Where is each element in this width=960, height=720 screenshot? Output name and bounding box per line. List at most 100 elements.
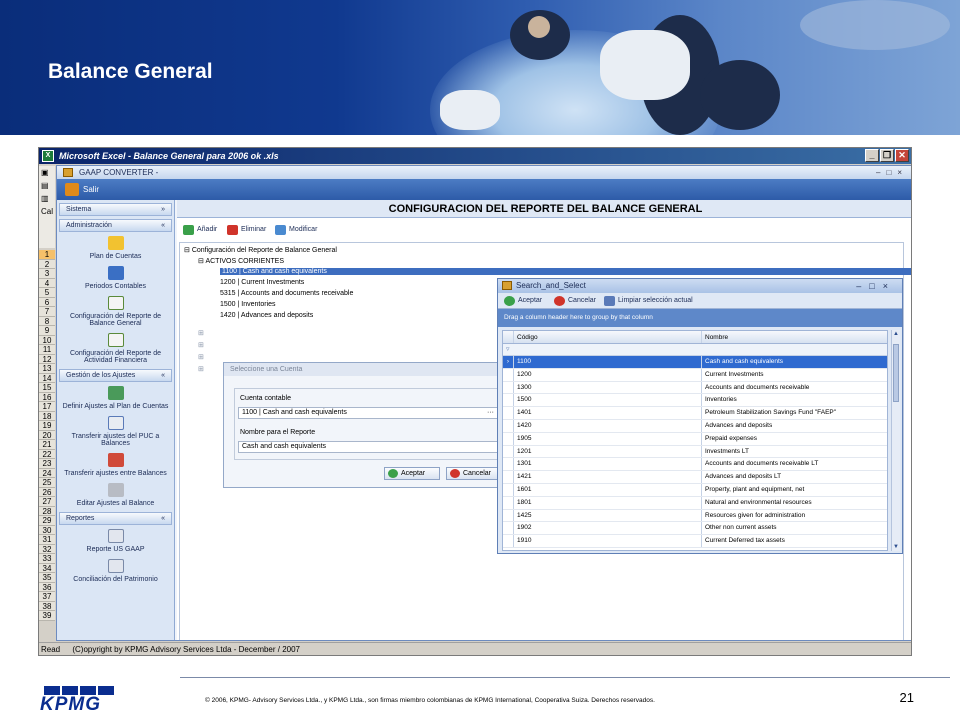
tree-expander[interactable]: ⊞ (198, 329, 204, 337)
vertical-scrollbar[interactable]: ▲ ▼ (891, 330, 900, 551)
row-header[interactable]: 14 (39, 373, 55, 383)
minimize-icon[interactable]: _ (865, 149, 879, 162)
table-row[interactable]: 1500 Inventories (503, 394, 887, 408)
nav-item-definir-ajustes[interactable]: Definir Ajustes al Plan de Cuentas (57, 382, 174, 412)
group-by-area[interactable]: Drag a column header here to group by th… (498, 309, 902, 327)
table-row[interactable]: 1801 Natural and environmental resources (503, 496, 887, 510)
restore-icon[interactable]: □ (869, 281, 882, 291)
row-header[interactable]: 8 (39, 316, 55, 326)
row-header[interactable]: 34 (39, 563, 55, 573)
row-header[interactable]: 29 (39, 516, 55, 526)
row-header[interactable]: 9 (39, 326, 55, 336)
row-header[interactable]: 15 (39, 383, 55, 393)
column-codigo[interactable]: Código (514, 331, 702, 343)
row-header[interactable]: 5 (39, 288, 55, 298)
ellipsis-button[interactable]: ··· (487, 408, 494, 418)
scroll-up-icon[interactable]: ▲ (892, 331, 900, 337)
row-header[interactable]: 20 (39, 430, 55, 440)
row-header[interactable]: 2 (39, 259, 55, 269)
excel-toolbar-icon[interactable]: ▥ (39, 192, 55, 205)
accept-button[interactable]: Aceptar (504, 295, 542, 307)
scroll-down-icon[interactable]: ▼ (892, 544, 900, 550)
table-row[interactable]: 1902 Other non current assets (503, 522, 887, 536)
row-header[interactable]: 30 (39, 525, 55, 535)
tree-item[interactable]: 1200 | Current Investments (220, 279, 304, 286)
add-button[interactable]: Añadir (183, 224, 217, 236)
nav-item-plan-de-cuentas[interactable]: Plan de Cuentas (57, 232, 174, 262)
nav-section-ajustes[interactable]: Gestión de los Ajustes « (59, 369, 172, 382)
minimize-icon[interactable]: – (856, 281, 869, 291)
close-icon[interactable]: × (897, 168, 908, 177)
restore-icon[interactable]: ❐ (880, 149, 894, 162)
modify-button[interactable]: Modificar (275, 224, 317, 236)
nombre-field[interactable]: Cash and cash equivalents (238, 441, 498, 453)
row-header[interactable]: 18 (39, 411, 55, 421)
nav-item-periodos-contables[interactable]: Periodos Contables (57, 262, 174, 292)
cuenta-field[interactable]: 1100 | Cash and cash equivalents ··· (238, 407, 498, 419)
row-header[interactable]: 39 (39, 611, 55, 621)
row-header[interactable]: 11 (39, 345, 55, 355)
row-header[interactable]: 10 (39, 335, 55, 345)
nav-item-transferir-puc[interactable]: Transferir ajustes del PUC a Balances (57, 412, 174, 449)
nav-item-config-balance[interactable]: Configuración del Reporte de Balance Gen… (57, 292, 174, 329)
table-row[interactable]: 1910 Current Deferred tax assets (503, 535, 887, 548)
table-row[interactable]: 1201 Investments LT (503, 445, 887, 459)
tree-expander[interactable]: ⊞ (198, 365, 204, 373)
row-header[interactable]: 21 (39, 440, 55, 450)
row-header[interactable]: 7 (39, 307, 55, 317)
chevron-up-icon[interactable]: « (161, 513, 165, 524)
row-header[interactable]: 33 (39, 554, 55, 564)
salir-button[interactable]: Salir (65, 183, 99, 196)
nav-item-reporte-us-gaap[interactable]: Reporte US GAAP (57, 525, 174, 555)
excel-toolbar-icon[interactable]: ▤ (39, 179, 55, 192)
table-row[interactable]: 1905 Prepaid expenses (503, 432, 887, 446)
tree-group[interactable]: ⊟ ACTIVOS CORRIENTES (198, 257, 284, 265)
tree-expander[interactable]: ⊞ (198, 341, 204, 349)
excel-toolbar-icon[interactable]: ▣ (39, 166, 55, 179)
row-header[interactable]: 31 (39, 535, 55, 545)
table-row[interactable]: 1420 Advances and deposits (503, 419, 887, 433)
nav-item-config-actividad[interactable]: Configuración del Reporte de Actividad F… (57, 329, 174, 366)
chevron-down-icon[interactable]: » (161, 204, 165, 215)
row-header[interactable]: 22 (39, 449, 55, 459)
row-header[interactable]: 1 (39, 250, 55, 260)
restore-icon[interactable]: □ (886, 168, 897, 177)
row-header[interactable]: 25 (39, 478, 55, 488)
row-header[interactable]: 16 (39, 392, 55, 402)
tree-item[interactable]: 1420 | Advances and deposits (220, 312, 313, 319)
nav-item-transferir-balances[interactable]: Transferir ajustes entre Balances (57, 449, 174, 479)
row-header[interactable]: 19 (39, 421, 55, 431)
nav-section-administracion[interactable]: Administración « (59, 219, 172, 232)
row-header[interactable]: 23 (39, 459, 55, 469)
nav-item-conciliacion[interactable]: Conciliación del Patrimonio (57, 555, 174, 585)
row-header[interactable]: 6 (39, 297, 55, 307)
row-header[interactable]: 17 (39, 402, 55, 412)
chevron-up-icon[interactable]: « (161, 220, 165, 231)
minimize-icon[interactable]: – (876, 168, 886, 177)
table-row[interactable]: 1425 Resources given for administration (503, 509, 887, 523)
row-header[interactable]: 3 (39, 269, 55, 279)
clear-selection-button[interactable]: Limpiar selección actual (604, 295, 693, 307)
delete-button[interactable]: Eliminar (227, 224, 266, 236)
row-header[interactable]: 38 (39, 601, 55, 611)
row-header[interactable]: 32 (39, 544, 55, 554)
nav-section-reportes[interactable]: Reportes « (59, 512, 172, 525)
tree-item[interactable]: 5315 | Accounts and documents receivable (220, 290, 353, 297)
cancel-button[interactable]: Cancelar (554, 295, 596, 307)
row-header[interactable]: 13 (39, 364, 55, 374)
table-row[interactable]: › 1100 Cash and cash equivalents (503, 356, 887, 369)
table-row[interactable]: 1200 Current Investments (503, 368, 887, 382)
column-nombre[interactable]: Nombre (702, 331, 887, 343)
filter-row[interactable]: ▿ (503, 344, 887, 356)
row-header[interactable]: 35 (39, 573, 55, 583)
tree-root[interactable]: ⊟ Configuración del Reporte de Balance G… (184, 246, 337, 254)
table-row[interactable]: 1300 Accounts and documents receivable (503, 381, 887, 395)
tree-item[interactable]: 1100 | Cash and cash equivalents (220, 268, 911, 275)
accept-button[interactable]: Aceptar (384, 467, 440, 480)
tree-item[interactable]: 1500 | Inventories (220, 301, 276, 308)
row-header[interactable]: 26 (39, 487, 55, 497)
close-icon[interactable]: ✕ (895, 149, 909, 162)
table-row[interactable]: 1601 Property, plant and equipment, net (503, 483, 887, 497)
row-header[interactable]: 36 (39, 582, 55, 592)
row-header[interactable]: 37 (39, 592, 55, 602)
